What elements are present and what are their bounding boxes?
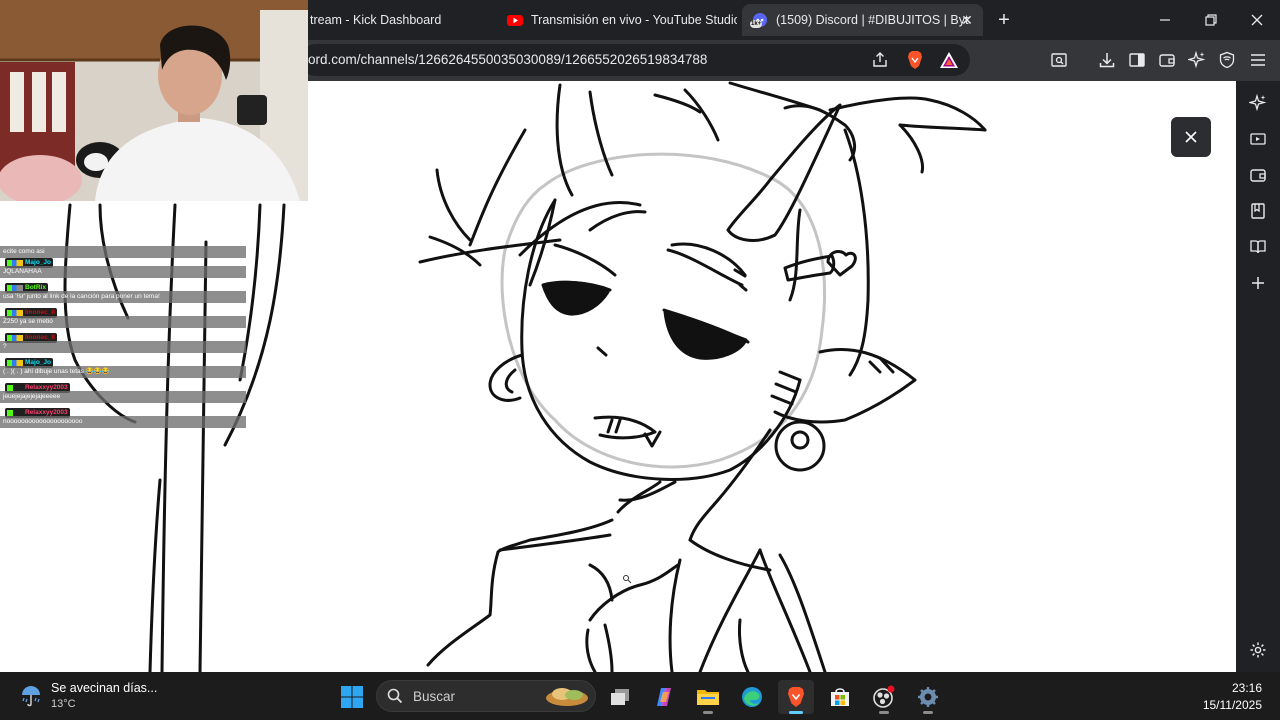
chat-message: ? [0, 341, 246, 353]
tab-badge: 1k+ [750, 20, 763, 28]
brave-icon[interactable] [778, 680, 814, 714]
add-icon[interactable] [1247, 272, 1269, 294]
search-highlight-icon [544, 684, 590, 713]
menu-icon[interactable] [1247, 49, 1269, 71]
chat-message-text: Z250 ya se metió [3, 318, 53, 325]
leo-ai-icon[interactable] [1186, 49, 1208, 71]
share-icon[interactable] [869, 49, 891, 71]
running-indicator [789, 711, 803, 714]
address-bar-url[interactable]: ord.com/channels/1266264550035030089/126… [308, 52, 707, 67]
vpn-icon[interactable] [1216, 49, 1238, 71]
download-icon[interactable] [1096, 49, 1118, 71]
tab-title: (1509) Discord | #DIBUJITOS | Byt [776, 13, 969, 27]
chat-message: ecite como asi [0, 246, 246, 258]
task-view-icon[interactable] [602, 680, 638, 714]
weather-summary[interactable]: Se avecinan días... [51, 681, 157, 695]
media-icon[interactable] [1247, 128, 1269, 150]
tab-title: Transmisión en vivo - YouTube Studio [531, 13, 737, 27]
chat-message-text: JQLANAHAA [3, 268, 42, 275]
windows-taskbar [0, 672, 1280, 720]
chat-message: usa '!sr' junto al link de la canción pa… [0, 291, 246, 303]
chat-message: ( . )( . ) ahi dibuje unas tetas 😂😂😂 [0, 366, 246, 378]
edge-icon[interactable] [734, 680, 770, 714]
chat-message: nooooooooooooooooooooo [0, 416, 246, 428]
store-icon[interactable] [822, 680, 858, 714]
chat-message: jeuejejajejejajeeeee [0, 391, 246, 403]
chat-message-text: ecite como asi [3, 248, 45, 255]
screenshot-icon[interactable] [1048, 49, 1070, 71]
brave-shield-icon[interactable] [904, 49, 926, 71]
restore-icon[interactable] [1188, 0, 1234, 40]
copilot-icon[interactable] [646, 680, 682, 714]
windows-start-icon[interactable] [334, 680, 370, 714]
tab-title: tream - Kick Dashboard [310, 13, 442, 27]
bookmarks-icon[interactable] [1247, 200, 1269, 222]
close-tab-icon[interactable]: ✕ [959, 12, 975, 28]
webcam-feed [0, 0, 308, 201]
rain-icon[interactable] [18, 683, 44, 709]
obs-icon[interactable] [866, 680, 902, 714]
wallet-icon[interactable] [1247, 164, 1269, 186]
tab-discord-dibujitos[interactable]: 1k+ (1509) Discord | #DIBUJITOS | Byt ✕ [742, 4, 983, 36]
chat-message-text: ? [3, 343, 7, 350]
running-indicator [923, 711, 933, 714]
screen: tream - Kick Dashboard Transmisión en vi… [0, 0, 1280, 720]
search-icon [387, 688, 403, 709]
search-placeholder[interactable]: Buscar [413, 689, 455, 704]
close-icon[interactable] [1171, 117, 1211, 157]
settings-icon[interactable] [910, 680, 946, 714]
chat-message: Z250 ya se metió [0, 316, 246, 328]
settings-icon[interactable] [1247, 639, 1269, 661]
weather-temperature[interactable]: 13°C [51, 698, 76, 710]
file-explorer-icon[interactable] [690, 680, 726, 714]
chat-message-text: jeuejejajejejajeeeee [3, 393, 61, 400]
reading-list-icon[interactable] [1247, 236, 1269, 258]
taskbar-time[interactable]: 23:16 [1232, 681, 1262, 695]
minimize-icon[interactable] [1142, 0, 1188, 40]
chat-message: JQLANAHAA [0, 266, 246, 278]
running-indicator [879, 711, 889, 714]
rewards-icon[interactable] [938, 49, 960, 71]
chat-message-text: nooooooooooooooooooooo [3, 418, 83, 425]
wallet-icon[interactable] [1156, 49, 1178, 71]
taskbar-date[interactable]: 15/11/2025 [1203, 698, 1262, 712]
leo-ai-icon[interactable] [1247, 92, 1269, 114]
chat-message-text: usa '!sr' junto al link de la canción pa… [3, 293, 160, 300]
discord-favicon-icon: 1k+ [750, 12, 768, 28]
tab-youtube-studio[interactable]: Transmisión en vivo - YouTube Studio [497, 4, 737, 36]
close-window-icon[interactable] [1234, 0, 1280, 40]
sidebar-icon[interactable] [1126, 49, 1148, 71]
plus-icon[interactable]: + [992, 8, 1016, 32]
running-indicator [703, 711, 713, 714]
magnifier-cursor [623, 575, 632, 584]
youtube-favicon-icon [507, 12, 523, 28]
chat-message-text: ( . )( . ) ahi dibuje unas tetas 😂😂😂 [3, 368, 111, 375]
tab-kick-dashboard[interactable]: tream - Kick Dashboard [300, 4, 490, 36]
